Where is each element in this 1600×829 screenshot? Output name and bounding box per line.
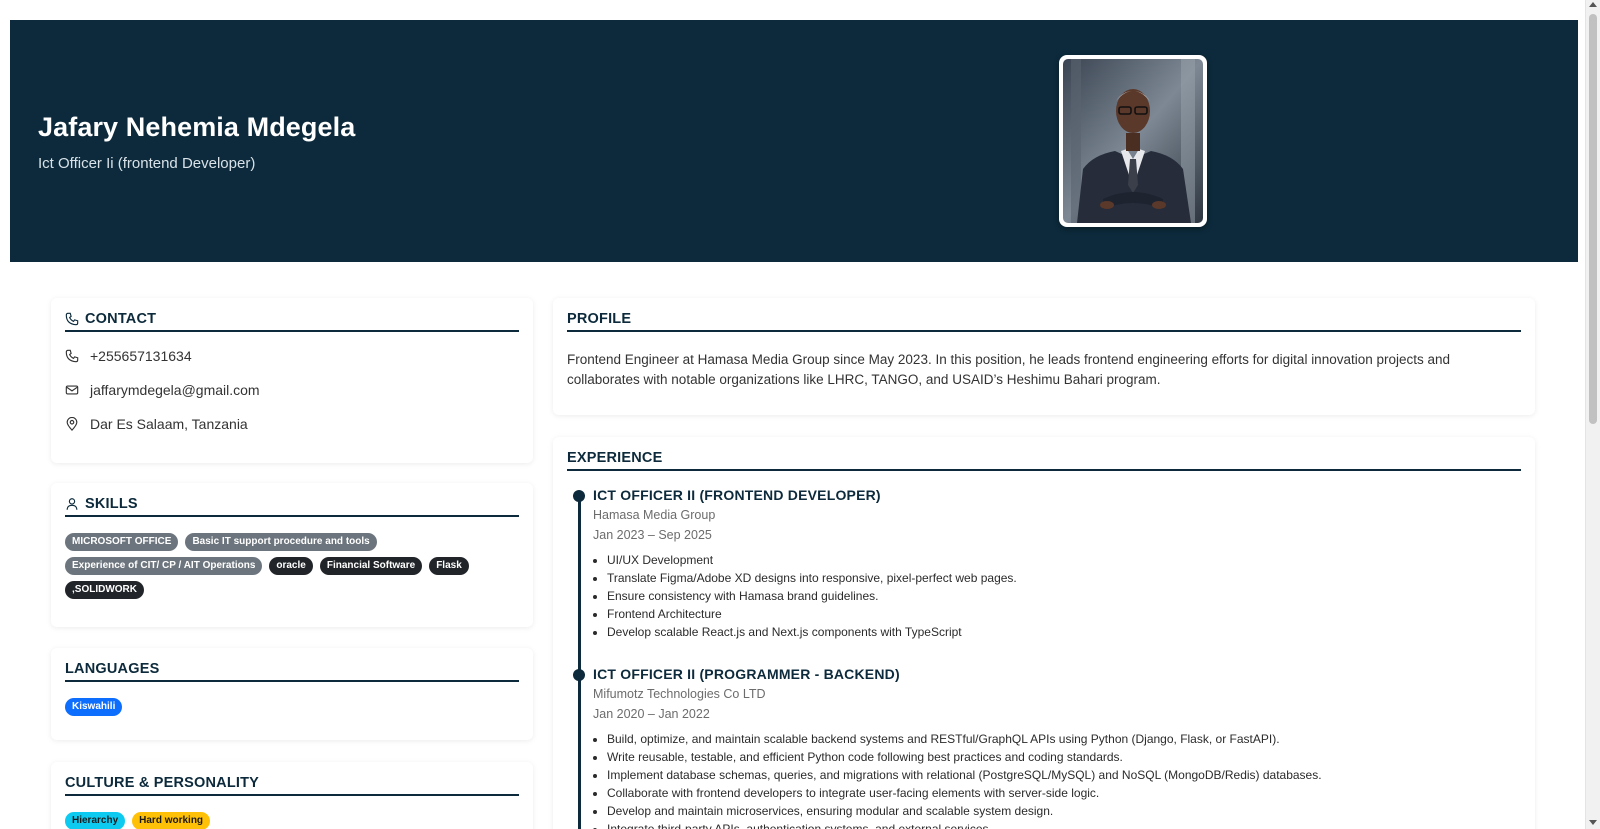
job-dates: Jan 2020 – Jan 2022 [593, 707, 710, 721]
phone-icon [65, 349, 79, 363]
job-bullet: UI/UX Development [607, 551, 1521, 569]
language-chip: Kiswahili [65, 698, 123, 716]
experience-card: EXPERIENCE ICT OFFICER II (FRONTEND DEVE… [553, 437, 1535, 829]
job-bullet: Translate Figma/Adobe XD designs into re… [607, 569, 1521, 587]
skill-chip: Flask [429, 557, 469, 575]
skill-chip: MICROSOFT OFFICE [65, 533, 179, 551]
job-company: Hamasa Media Group [593, 508, 716, 522]
job-bullet: Develop scalable React.js and Next.js co… [607, 623, 1521, 641]
contact-phone[interactable]: +255657131634 [65, 348, 192, 364]
location-value: Dar Es Salaam, Tanzania [90, 416, 248, 432]
profile-heading: PROFILE [567, 311, 1521, 332]
scroll-up-arrow-icon[interactable] [1589, 2, 1597, 7]
job-bullet: Integrate third-party APIs, authenticati… [607, 820, 1521, 829]
job-bullet: Frontend Architecture [607, 605, 1521, 623]
culture-chip: Hard working [132, 812, 211, 829]
contact-card: CONTACT +255657131634 jaffarymdegela@gma… [51, 298, 533, 463]
job-bullets: UI/UX Development Translate Figma/Adobe … [593, 551, 1521, 641]
skills-list: MICROSOFT OFFICE Basic IT support proced… [65, 533, 519, 599]
languages-heading: LANGUAGES [65, 661, 519, 682]
phone-icon [65, 312, 79, 326]
scroll-down-arrow-icon[interactable] [1589, 820, 1597, 825]
culture-heading: CULTURE & PERSONALITY [65, 775, 519, 796]
email-value: jaffarymdegela@gmail.com [90, 382, 260, 398]
profile-photo [1063, 59, 1203, 223]
profile-photo-frame [1059, 55, 1207, 227]
profile-card: PROFILE Frontend Engineer at Hamasa Medi… [553, 298, 1535, 415]
skill-chip: oracle [269, 557, 313, 575]
timeline-dot [573, 490, 585, 502]
timeline-line [578, 493, 581, 829]
job-bullet: Collaborate with frontend developers to … [607, 784, 1521, 802]
job-bullet: Write reusable, testable, and efficient … [607, 748, 1521, 766]
job-title: ICT OFFICER II (FRONTEND DEVELOPER) [593, 487, 881, 503]
profile-heading-label: PROFILE [567, 311, 632, 327]
job-dates: Jan 2023 – Sep 2025 [593, 528, 712, 542]
scrollbar-thumb[interactable] [1589, 14, 1597, 424]
experience-item: ICT OFFICER II (FRONTEND DEVELOPER) Hama… [573, 487, 1521, 641]
skills-heading: SKILLS [65, 496, 519, 517]
candidate-name: Jafary Nehemia Mdegela [38, 112, 356, 142]
languages-card: LANGUAGES Kiswahili [51, 648, 533, 740]
contact-email[interactable]: jaffarymdegela@gmail.com [65, 382, 260, 398]
profile-summary: Frontend Engineer at Hamasa Media Group … [567, 352, 1451, 387]
experience-heading-label: EXPERIENCE [567, 450, 663, 466]
timeline-dot [573, 669, 585, 681]
skill-chip: Basic IT support procedure and tools [185, 533, 377, 551]
skill-chip: Financial Software [319, 557, 423, 575]
culture-chip: Hierarchy [65, 812, 126, 829]
experience-heading: EXPERIENCE [567, 450, 1521, 471]
languages-heading-label: LANGUAGES [65, 661, 160, 677]
job-bullet: Build, optimize, and maintain scalable b… [607, 730, 1521, 748]
culture-list: Hierarchy Hard working [65, 812, 519, 829]
contact-location: Dar Es Salaam, Tanzania [65, 416, 248, 432]
user-icon [65, 497, 79, 511]
job-bullet: Implement database schemas, queries, and… [607, 766, 1521, 784]
culture-heading-label: CULTURE & PERSONALITY [65, 775, 260, 791]
skills-card: SKILLS MICROSOFT OFFICE Basic IT support… [51, 483, 533, 627]
candidate-title: Ict Officer Ii (frontend Developer) [38, 155, 256, 172]
resume-page: Jafary Nehemia Mdegela Ict Officer Ii (f… [0, 0, 1600, 829]
mail-icon [65, 383, 79, 397]
page-scrollbar[interactable] [1585, 0, 1600, 829]
job-company: Mifumotz Technologies Co LTD [593, 687, 766, 701]
languages-list: Kiswahili [65, 698, 519, 716]
skills-heading-label: SKILLS [85, 496, 138, 512]
skill-chip: ,SOLIDWORK [65, 581, 144, 599]
job-bullets: Build, optimize, and maintain scalable b… [593, 730, 1521, 829]
phone-value: +255657131634 [90, 348, 192, 364]
contact-heading-label: CONTACT [85, 311, 157, 327]
resume-header: Jafary Nehemia Mdegela Ict Officer Ii (f… [10, 20, 1578, 262]
job-title: ICT OFFICER II (PROGRAMMER - BACKEND) [593, 666, 900, 682]
location-pin-icon [65, 417, 79, 431]
culture-card: CULTURE & PERSONALITY Hierarchy Hard wor… [51, 762, 533, 829]
job-bullet: Develop and maintain microservices, ensu… [607, 802, 1521, 820]
contact-heading: CONTACT [65, 311, 519, 332]
experience-item: ICT OFFICER II (PROGRAMMER - BACKEND) Mi… [573, 666, 1521, 829]
skill-chip: Experience of CIT/ CP / AIT Operations [65, 557, 263, 575]
job-bullet: Ensure consistency with Hamasa brand gui… [607, 587, 1521, 605]
